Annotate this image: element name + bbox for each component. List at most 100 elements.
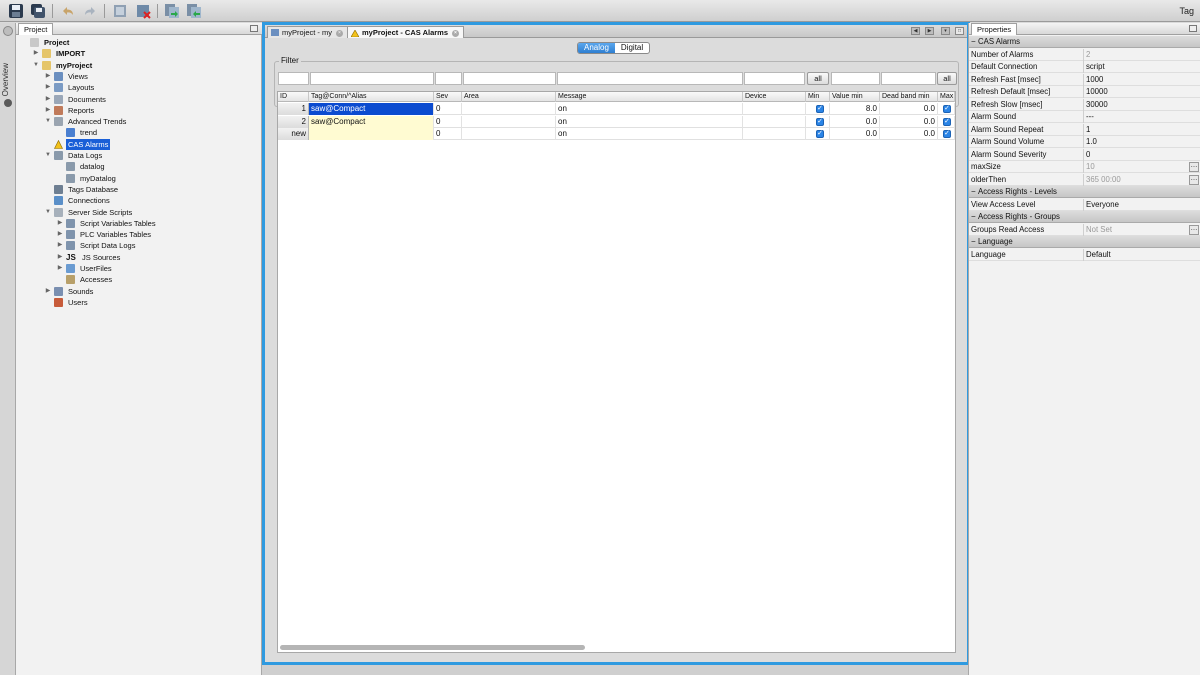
tree-item-users[interactable]: Users [16, 297, 262, 308]
expand-icon[interactable]: ▶ [32, 48, 40, 59]
expand-icon[interactable]: ▶ [44, 286, 52, 297]
property-row[interactable]: Language Default [969, 248, 1200, 261]
cell-tag[interactable]: saw@Compact [309, 115, 434, 128]
close-icon[interactable]: × [452, 29, 460, 37]
column-header-dead-band-min[interactable]: Dead band min [880, 92, 938, 102]
property-category[interactable]: − CAS Alarms [969, 36, 1200, 48]
filter-value-min-input[interactable] [831, 72, 880, 85]
column-header-device[interactable]: Device [743, 92, 806, 102]
property-value[interactable]: Not Set [1086, 224, 1112, 236]
filter-min-all-button[interactable]: all [807, 72, 829, 85]
cell-dead-band-min[interactable]: 0.0 [880, 115, 938, 128]
property-value[interactable]: Default [1086, 249, 1111, 261]
expand-icon[interactable]: ▶ [56, 263, 64, 274]
tab-scroll-left-icon[interactable]: ◀ [911, 27, 920, 35]
property-value[interactable]: 365 00:00 [1086, 174, 1121, 186]
cell-max[interactable]: ✓ [938, 103, 955, 115]
column-header-area[interactable]: Area [462, 92, 556, 102]
expand-icon[interactable]: ▶ [56, 218, 64, 229]
property-row[interactable]: Groups Read Access Not Set… [969, 223, 1200, 236]
cell-area[interactable] [462, 103, 556, 115]
collapse-icon[interactable]: ▼ [44, 116, 52, 127]
segment-analog[interactable]: Analog [578, 43, 615, 53]
property-category[interactable]: − Access Rights - Levels [969, 186, 1200, 198]
collapse-icon[interactable]: ▼ [44, 150, 52, 161]
collapse-icon[interactable]: − [971, 186, 976, 198]
property-value[interactable]: 10 [1086, 161, 1095, 173]
property-value[interactable]: script [1086, 61, 1105, 73]
column-header-max[interactable]: Max [938, 92, 955, 102]
cell-tag[interactable] [309, 128, 434, 140]
cell-min[interactable]: ✓ [806, 128, 830, 140]
expand-icon[interactable]: ▶ [44, 94, 52, 105]
pin-icon[interactable] [3, 26, 13, 36]
property-row[interactable]: Alarm Sound Severity 0 [969, 148, 1200, 161]
column-header-tag[interactable]: Tag@Conn/^Alias [309, 92, 434, 102]
tree-item-reports[interactable]: ▶ Reports [16, 105, 262, 116]
expand-icon[interactable]: ▶ [44, 82, 52, 93]
tree-item-advanced-trends[interactable]: ▼ Advanced Trends [16, 116, 262, 127]
tab-myproject-views[interactable]: myProject - my × [267, 26, 349, 38]
import-icon[interactable] [164, 3, 180, 19]
filter-tag-input[interactable] [310, 72, 434, 85]
tree-item-sounds[interactable]: ▶ Sounds [16, 286, 262, 297]
tree-item-tags-database[interactable]: Tags Database [16, 184, 262, 195]
cell-message[interactable]: on [556, 115, 743, 128]
cell-value-min[interactable]: 0.0 [830, 128, 880, 140]
tab-scroll-right-icon[interactable]: ▶ [925, 27, 934, 35]
tree-item-script-data-logs[interactable]: ▶ Script Data Logs [16, 240, 262, 251]
cell-message[interactable]: on [556, 128, 743, 140]
property-row[interactable]: View Access Level Everyone [969, 198, 1200, 211]
property-value[interactable]: 30000 [1086, 99, 1108, 111]
property-row[interactable]: Alarm Sound Repeat 1 [969, 123, 1200, 136]
column-header-min[interactable]: Min [806, 92, 830, 102]
tree-item-mydatalog[interactable]: myDatalog [16, 173, 262, 184]
filter-max-all-button[interactable]: all [937, 72, 957, 85]
tree-item-plc-variables-tables[interactable]: ▶ PLC Variables Tables [16, 229, 262, 240]
filter-area-input[interactable] [463, 72, 556, 85]
cell-dead-band-min[interactable]: 0.0 [880, 128, 938, 140]
tree-item-connections[interactable]: Connections [16, 195, 262, 206]
property-row[interactable]: olderThen 365 00:00… [969, 173, 1200, 186]
cell-dead-band-min[interactable]: 0.0 [880, 103, 938, 115]
table-row[interactable]: 1 saw@Compact 0 on ✓ 8.0 0.0 ✓ [278, 103, 955, 115]
checkbox-min[interactable]: ✓ [816, 130, 824, 138]
minimize-icon[interactable] [1189, 25, 1197, 32]
tree-item-userfiles[interactable]: ▶ UserFiles [16, 263, 262, 274]
tab-cas-alarms[interactable]: myProject - CAS Alarms × [347, 26, 465, 38]
tree-item-datalog[interactable]: datalog [16, 161, 262, 172]
filter-sev-input[interactable] [435, 72, 462, 85]
tree-item-myproject[interactable]: ▼ myProject [16, 60, 262, 71]
column-header-value-min[interactable]: Value min [830, 92, 880, 102]
property-value[interactable]: 10000 [1086, 86, 1108, 98]
tree-item-trend[interactable]: trend [16, 127, 262, 138]
property-row[interactable]: maxSize 10… [969, 161, 1200, 173]
expand-icon[interactable]: ▶ [44, 71, 52, 82]
cell-device[interactable] [743, 103, 806, 115]
horizontal-scrollbar[interactable] [280, 645, 585, 650]
checkbox-max[interactable]: ✓ [943, 130, 951, 138]
cell-sev[interactable]: 0 [434, 128, 462, 140]
checkbox-max[interactable]: ✓ [943, 117, 951, 126]
tree-item-js-sources[interactable]: ▶ JS JS Sources [16, 252, 262, 263]
tree-item-server-side-scripts[interactable]: ▼ Server Side Scripts [16, 207, 262, 218]
column-header-id[interactable]: ID [278, 92, 309, 102]
property-row[interactable]: Default Connection script [969, 61, 1200, 73]
cell-area[interactable] [462, 128, 556, 140]
segment-digital[interactable]: Digital [615, 43, 649, 53]
save-all-icon[interactable] [30, 3, 46, 19]
collapse-icon[interactable]: − [971, 236, 976, 248]
filter-device-input[interactable] [744, 72, 805, 85]
expand-icon[interactable]: ▶ [56, 240, 64, 251]
property-row[interactable]: Alarm Sound Volume 1.0 [969, 136, 1200, 148]
cell-id[interactable]: 1 [278, 103, 309, 115]
cell-max[interactable]: ✓ [938, 115, 955, 128]
property-value[interactable]: 0 [1086, 149, 1090, 161]
expand-icon[interactable]: ▶ [56, 252, 64, 263]
expand-icon[interactable]: ▶ [56, 229, 64, 240]
property-value[interactable]: Everyone [1086, 199, 1119, 211]
property-row[interactable]: Alarm Sound --- [969, 111, 1200, 123]
property-row[interactable]: Refresh Slow [msec] 30000 [969, 98, 1200, 111]
property-value[interactable]: --- [1086, 111, 1094, 123]
cell-message[interactable]: on [556, 103, 743, 115]
